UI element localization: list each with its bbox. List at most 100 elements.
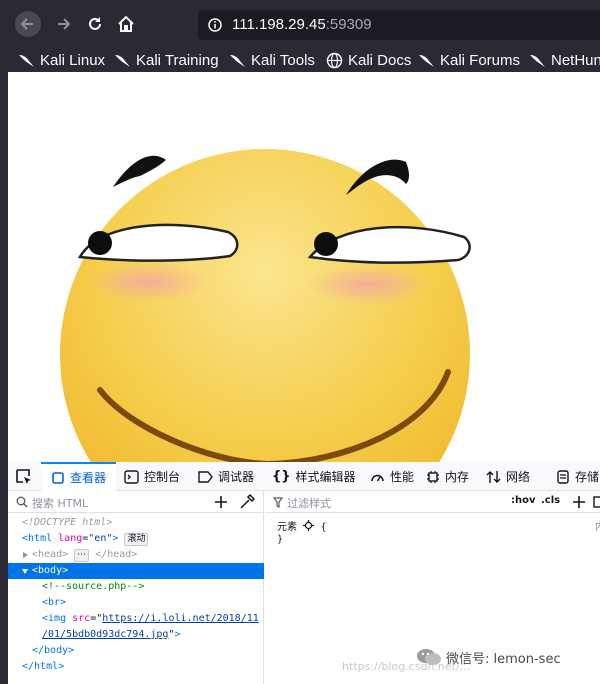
tab-label: 存储: [575, 470, 600, 484]
eyedropper-button[interactable]: [238, 493, 256, 511]
info-icon[interactable]: [208, 18, 222, 32]
tab-storage[interactable]: 存储: [556, 462, 599, 491]
tree-node-img-continued[interactable]: /01/5bdb0d93dc794.jpg">: [8, 627, 264, 643]
html-close-tag: </html>: [22, 661, 65, 672]
expand-arrow-icon[interactable]: [23, 552, 28, 558]
img-src-link-continued[interactable]: /01/5bdb0d93dc794.jpg: [42, 629, 168, 640]
tab-network[interactable]: 网络: [486, 462, 530, 491]
window-edge: [0, 72, 8, 684]
bookmark-label: Kali Training: [136, 51, 219, 69]
bookmark-label: Kali Docs: [348, 51, 412, 69]
collapse-arrow-icon[interactable]: [22, 569, 28, 574]
eyedropper-icon: [240, 493, 256, 509]
tab-memory[interactable]: 内存: [426, 462, 469, 491]
performance-icon: [371, 474, 384, 481]
reload-button[interactable]: [82, 11, 108, 37]
tab-debugger[interactable]: 调试器: [198, 462, 254, 491]
close-brace: }: [277, 534, 284, 545]
tab-label: 样式编辑器: [295, 470, 356, 484]
tree-node-html[interactable]: <html lang="en"> 滚动: [8, 531, 264, 547]
collapsed-ellipsis-badge[interactable]: ⋯: [74, 549, 90, 562]
tab-label: 调试器: [218, 470, 255, 484]
br-tag: <br>: [42, 597, 67, 608]
tab-label: 网络: [506, 470, 531, 484]
globe-icon: [326, 52, 343, 68]
filter-icon: [273, 497, 283, 508]
forward-button[interactable]: [50, 11, 76, 37]
tree-node-doctype[interactable]: <!DOCTYPE html>: [8, 515, 264, 531]
wechat-id-text: 微信号: lemon-sec: [446, 651, 561, 667]
memory-icon: [427, 470, 439, 483]
add-node-button[interactable]: [212, 493, 230, 511]
img-src-link[interactable]: https://i.loli.net/2018/11: [102, 613, 259, 624]
kali-dragon-icon: [530, 54, 545, 67]
tree-node-img[interactable]: <img src="https://i.loli.net/2018/11: [8, 611, 264, 627]
address-bar[interactable]: 111.198.29.45:59309: [198, 10, 600, 40]
tab-style-editor[interactable]: {} 样式编辑器: [272, 462, 356, 491]
kali-dragon-icon: [230, 54, 245, 67]
rule-source-label[interactable]: 内: [595, 518, 600, 533]
inspector-icon: [52, 471, 64, 484]
tree-node-comment[interactable]: <!--source.php-->: [8, 579, 264, 595]
body-close-tag: </body>: [32, 645, 75, 656]
tab-performance[interactable]: 性能: [370, 462, 414, 491]
attr-name: src: [72, 613, 91, 624]
markup-tree: <!DOCTYPE html> <html lang="en"> 滚动 <hea…: [8, 515, 264, 675]
tree-node-html-close[interactable]: </html>: [8, 659, 264, 675]
node-highlight-icon[interactable]: [303, 520, 315, 531]
hover-state-button[interactable]: :hov: [511, 495, 536, 506]
tab-label: 性能: [390, 470, 415, 484]
plus-icon: [573, 496, 585, 508]
tree-node-br[interactable]: <br>: [8, 595, 264, 611]
tab-label: 控制台: [144, 470, 181, 484]
bookmark-kali-docs[interactable]: Kali Docs: [326, 49, 411, 71]
bookmark-label: Kali Forums: [440, 51, 521, 69]
add-rule-button[interactable]: [570, 493, 588, 511]
comment-text: <!--source.php-->: [42, 581, 145, 592]
bookmark-kali-linux[interactable]: Kali Linux: [18, 49, 105, 71]
tag-name: html: [28, 533, 53, 544]
home-button[interactable]: [113, 11, 139, 37]
doctype-text: <!DOCTYPE html>: [22, 517, 113, 528]
devtools-toolbar: 查看器 控制台 调试器 {} 样式编辑器 性能 内存 网络 存储: [8, 462, 600, 491]
element-rule-label: 元素: [277, 522, 297, 533]
home-icon: [118, 15, 134, 32]
classes-button[interactable]: .cls: [541, 495, 560, 506]
navigation-toolbar: 111.198.29.45:59309: [0, 0, 600, 48]
rules-filter-row: 过滤样式 :hov .cls: [265, 491, 600, 513]
head-close-tag: </head>: [95, 549, 138, 560]
kali-dragon-icon: [115, 54, 130, 67]
element-rule-header[interactable]: 元素 {: [277, 518, 327, 533]
print-icon: [593, 496, 600, 508]
arrow-left-icon: [20, 18, 33, 30]
tab-inspector[interactable]: 查看器: [41, 462, 117, 491]
bookmark-kali-forums[interactable]: Kali Forums: [418, 49, 520, 71]
scroll-badge[interactable]: 滚动: [124, 533, 149, 546]
bookmark-kali-tools[interactable]: Kali Tools: [229, 49, 315, 71]
filter-styles-input[interactable]: 过滤样式: [287, 495, 331, 511]
tree-node-body[interactable]: <body>: [8, 563, 264, 579]
network-icon: [486, 470, 501, 483]
bookmark-label: NetHun: [551, 51, 600, 69]
attr-value: "en": [88, 533, 113, 544]
element-picker-icon: [16, 469, 31, 484]
page-viewport: [8, 72, 600, 462]
tab-console[interactable]: 控制台: [124, 462, 180, 491]
markup-search-input[interactable]: 搜索 HTML: [32, 495, 88, 511]
body-open-tag: <body>: [32, 565, 69, 576]
tree-node-body-close[interactable]: </body>: [8, 643, 264, 659]
print-simulation-button[interactable]: [593, 494, 600, 510]
bookmark-kali-training[interactable]: Kali Training: [114, 49, 219, 71]
reload-icon: [89, 17, 101, 30]
back-button[interactable]: [15, 11, 41, 37]
bookmark-nethunter[interactable]: NetHun: [529, 49, 600, 71]
arrow-right-icon: [58, 18, 71, 30]
style-editor-icon: {}: [272, 469, 291, 484]
tag-name: img: [48, 613, 67, 624]
element-picker-button[interactable]: [14, 467, 34, 487]
tree-node-head[interactable]: <head> ⋯ </head>: [8, 547, 264, 563]
tab-label: 查看器: [70, 471, 107, 485]
smirk-emoji-image: [60, 149, 471, 462]
attr-name: lang: [58, 533, 83, 544]
url-text: 111.198.29.45:59309: [232, 16, 372, 33]
